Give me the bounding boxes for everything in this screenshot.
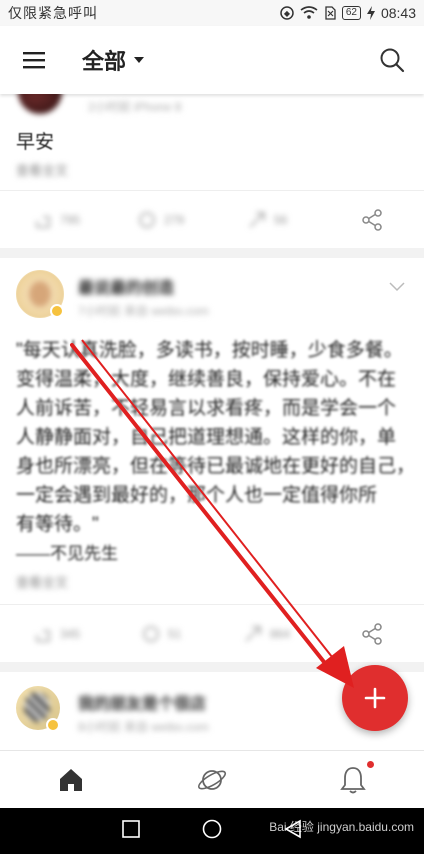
no-sim-icon xyxy=(324,6,336,20)
post-options-button[interactable] xyxy=(388,280,406,298)
feed-list[interactable]: 2小时前 iPhone 8 早安 查看全文 795 279 56 最说最的创造 … xyxy=(0,94,424,750)
like-button[interactable]: 56 xyxy=(248,211,287,229)
comment-icon xyxy=(139,211,155,228)
post-actions: 345 51 864 xyxy=(0,604,424,662)
repost-count: 795 xyxy=(60,212,81,227)
repost-button[interactable]: 795 xyxy=(34,211,80,229)
share-button[interactable] xyxy=(360,622,384,646)
recent-apps-button[interactable] xyxy=(122,819,140,843)
post-meta: 8小时前 来自 weibo.com xyxy=(78,720,209,734)
home-system-button[interactable] xyxy=(202,819,222,844)
author-name[interactable]: 最说最的创造 xyxy=(78,274,174,298)
repost-icon xyxy=(36,629,50,642)
share-button[interactable] xyxy=(360,208,384,232)
like-button[interactable]: 864 xyxy=(244,625,290,643)
post-text: "每天认真洗脸，多读书，按时睡，少食多餐。 变得温柔，大度，继续善良，保持爱心。… xyxy=(16,336,416,568)
plus-icon xyxy=(364,687,386,709)
charging-icon xyxy=(366,6,375,20)
verified-badge xyxy=(50,304,64,318)
comment-button[interactable]: 279 xyxy=(138,211,184,229)
clock: 08:43 xyxy=(380,5,416,21)
chevron-down-icon xyxy=(389,282,405,292)
like-count: 864 xyxy=(270,626,291,641)
status-icons: ◆ 62 08:43 xyxy=(280,5,416,21)
wifi-icon xyxy=(300,6,318,20)
hd-call-icon: ◆ xyxy=(280,6,294,20)
carrier-text: 仅限紧急呼叫 xyxy=(8,5,98,21)
post-text-line: 人静静面对，自己把道理想通。这样的你，单 xyxy=(16,427,397,448)
post-actions: 795 279 56 xyxy=(0,190,424,248)
post-text-line: 有等待。" xyxy=(16,514,99,535)
post-signature: ——不见先生 xyxy=(16,544,118,563)
like-icon xyxy=(245,625,261,642)
chevron-down-icon xyxy=(134,57,145,63)
circle-home-icon xyxy=(202,819,222,838)
group-selector[interactable]: 全部 xyxy=(82,44,145,76)
share-icon xyxy=(362,208,382,231)
comment-icon xyxy=(143,625,159,642)
repost-count: 345 xyxy=(60,626,81,641)
unread-badge xyxy=(366,761,374,768)
hamburger-menu-button[interactable] xyxy=(18,44,50,76)
page-title: 全部 xyxy=(82,49,127,74)
post-meta: 2小时前 iPhone 8 xyxy=(88,100,182,114)
repost-button[interactable]: 345 xyxy=(34,625,80,643)
home-icon xyxy=(59,768,82,791)
svg-text:◆: ◆ xyxy=(284,9,291,18)
post-text-line: 一定会遇到最好的，那个人也一定值得你所 xyxy=(16,485,378,506)
verified-badge xyxy=(46,718,60,732)
compose-button[interactable] xyxy=(342,665,408,731)
bottom-nav xyxy=(0,750,424,808)
author-name[interactable]: 我的朋友是个很店 xyxy=(78,690,206,714)
nav-notifications[interactable] xyxy=(283,751,424,808)
comment-count: 51 xyxy=(168,626,182,641)
post-text-line: 变得温柔，大度，继续善良，保持爱心。不在 xyxy=(16,369,397,390)
nav-discover[interactable] xyxy=(141,751,282,808)
notification-bell-icon xyxy=(340,766,367,793)
like-count: 56 xyxy=(274,212,288,227)
avatar[interactable] xyxy=(18,94,62,114)
view-full-text-link[interactable]: 查看全文 xyxy=(16,160,68,179)
top-app-bar: 全部 xyxy=(0,26,424,94)
watermark: Bai 经验 jingyan.baidu.com xyxy=(269,820,414,834)
hamburger-menu-icon xyxy=(23,52,45,69)
post-card[interactable]: 最说最的创造 7小时前 来自 weibo.com "每天认真洗脸，多读书，按时睡… xyxy=(0,258,424,662)
status-bar: 仅限紧急呼叫 ◆ 62 08:43 xyxy=(0,0,424,26)
comment-button[interactable]: 51 xyxy=(142,625,181,643)
discover-planet-icon xyxy=(197,769,227,790)
like-icon xyxy=(249,211,265,228)
battery-level: 62 xyxy=(341,6,361,20)
repost-icon xyxy=(36,215,50,228)
comment-count: 279 xyxy=(164,212,185,227)
search-button[interactable] xyxy=(376,44,408,76)
nav-home[interactable] xyxy=(0,751,141,808)
share-icon xyxy=(362,622,382,645)
post-text-line: 人前诉苦，不轻易言以求看疼，而是学会一个 xyxy=(16,398,397,419)
view-full-text-link[interactable]: 查看全文 xyxy=(16,572,68,591)
recent-apps-icon xyxy=(122,819,140,838)
post-text-line: 身也所漂亮，但在等待已最诚地在更好的自己， xyxy=(16,456,416,477)
post-text: 早安 xyxy=(16,132,55,153)
post-card[interactable]: 2小时前 iPhone 8 早安 查看全文 795 279 56 xyxy=(0,94,424,248)
search-icon xyxy=(380,48,405,73)
post-text-line: "每天认真洗脸，多读书，按时睡，少食多餐。 xyxy=(16,340,403,361)
post-meta: 7小时前 来自 weibo.com xyxy=(78,304,209,318)
